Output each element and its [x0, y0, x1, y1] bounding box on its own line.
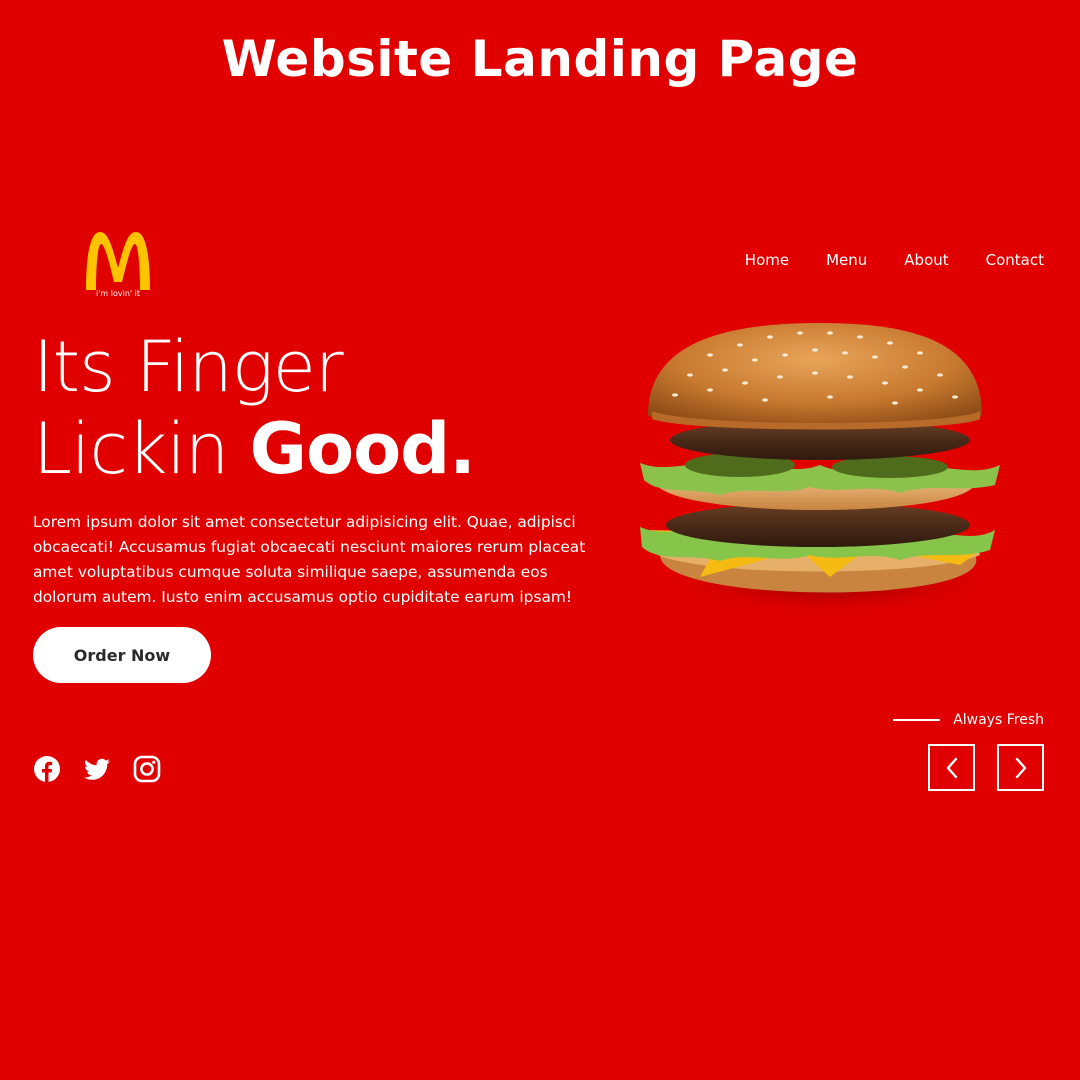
hero-title-bold: Good.	[249, 408, 476, 490]
hero-title-line2: Lickin Good.	[33, 408, 476, 490]
golden-arches-icon	[86, 232, 150, 290]
twitter-icon[interactable]	[83, 755, 111, 783]
hero-title: Its Finger Lickin Good.	[33, 326, 476, 490]
carousel-next-button[interactable]	[997, 744, 1044, 791]
landing-page: Website Landing Page i'm lovin' it Home …	[0, 0, 1080, 1080]
carousel-prev-button[interactable]	[928, 744, 975, 791]
main-nav: Home Menu About Contact	[745, 251, 1044, 269]
hero-title-light: Lickin	[33, 408, 250, 490]
instagram-icon[interactable]	[133, 755, 161, 783]
logo-tagline: i'm lovin' it	[95, 289, 140, 298]
page-heading: Website Landing Page	[221, 30, 859, 88]
nav-about[interactable]: About	[904, 251, 948, 269]
burger-image	[640, 323, 1010, 620]
social-links	[33, 755, 161, 783]
hero-title-line1: Its Finger	[33, 326, 344, 408]
fresh-divider-line	[893, 719, 941, 721]
facebook-icon[interactable]	[33, 755, 61, 783]
chevron-right-icon	[1015, 757, 1026, 778]
nav-menu[interactable]: Menu	[826, 251, 867, 269]
chevron-left-icon	[946, 757, 957, 778]
nav-home[interactable]: Home	[745, 251, 789, 269]
nav-contact[interactable]: Contact	[986, 251, 1044, 269]
fresh-text: Always Fresh	[953, 712, 1044, 728]
order-now-button[interactable]: Order Now	[33, 627, 211, 683]
hero-description: Lorem ipsum dolor sit amet consectetur a…	[33, 513, 586, 606]
always-fresh-label: Always Fresh	[893, 712, 1044, 728]
